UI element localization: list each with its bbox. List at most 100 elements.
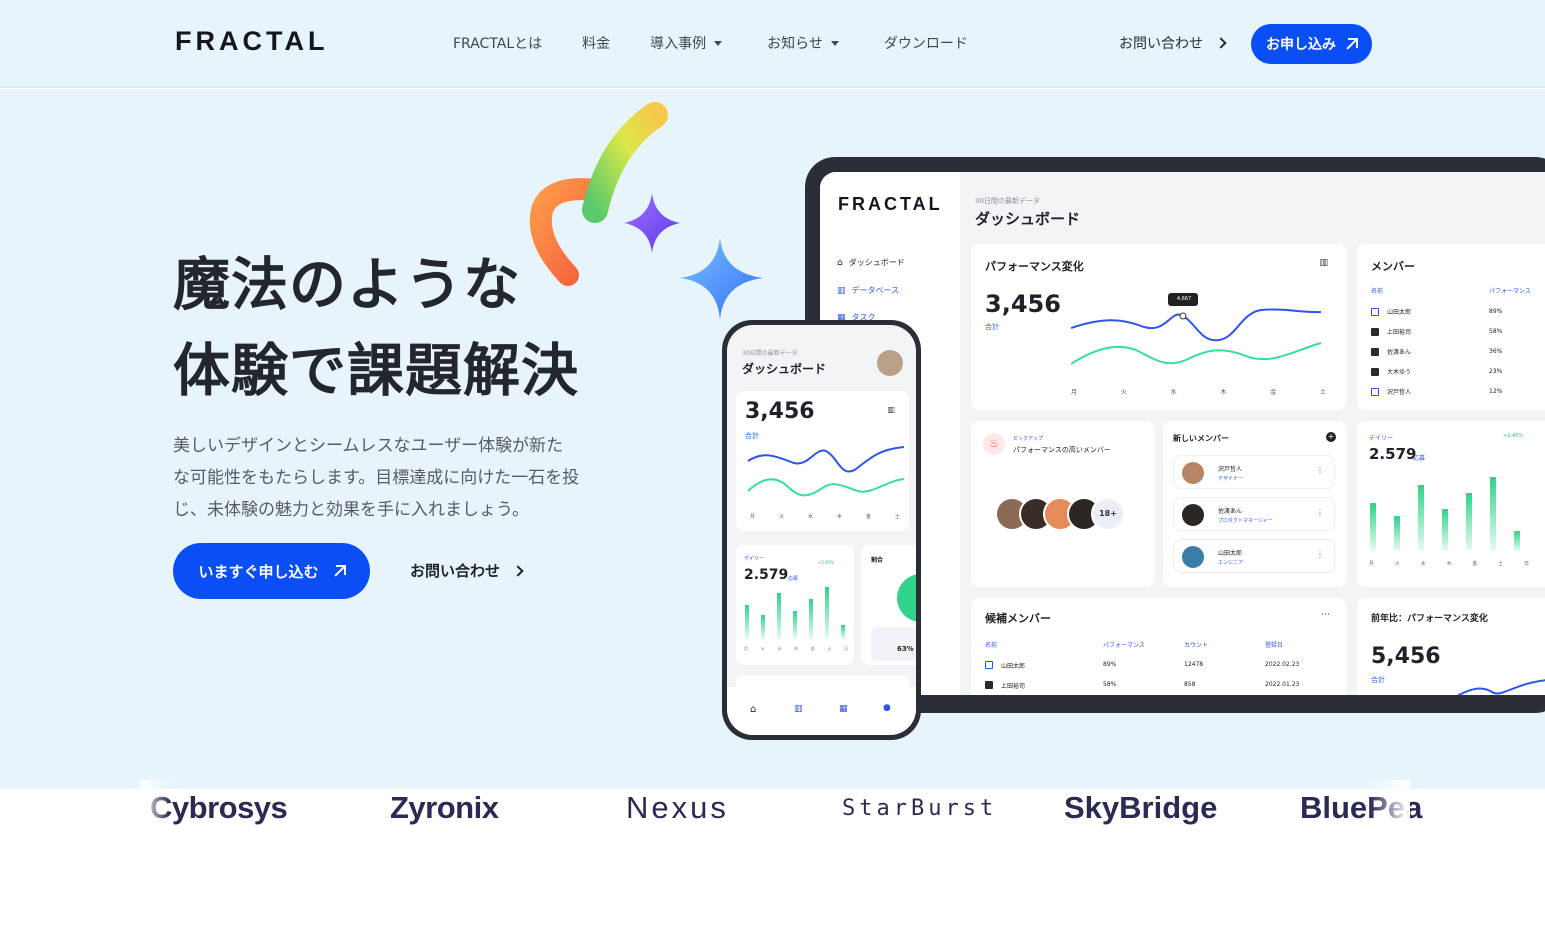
performance-value: 3,456 [985,290,1061,318]
home-icon[interactable]: ⌂ [750,704,756,715]
nav-download[interactable]: ダウンロード [884,33,968,53]
col-name: 名前 [985,642,998,649]
nav-cases-label: 導入事例 [650,36,707,52]
nav-download-label: ダウンロード [883,36,968,52]
header-apply-button[interactable]: お申し込み [1251,24,1372,64]
day-label: 土 [1319,389,1326,396]
candidate-count: 12478 [1184,661,1204,668]
daily-label: デイリー [1369,435,1394,442]
client-logo-skybridge: SkyBridge [1064,790,1218,825]
logo-fade-left [140,780,170,840]
nav-news[interactable]: お知らせ [767,33,839,53]
new-member-row: 山田太郎 エンジニア ⋮ [1173,539,1335,573]
bar-chart-icon: ▥ [1319,258,1328,268]
candidate-perf: 89% [1103,661,1117,668]
nav-about-label: FRACTALとは [453,36,543,52]
hero-description: 美しいデザインとシームレスなユーザー体験が新た な可能性をもたらします。目標達成… [173,430,633,526]
day-label: 月 [1369,561,1375,567]
day-label: 木 [1220,389,1227,396]
member-pct: 58% [1489,328,1503,335]
bar-chart-icon: ▥ [887,405,895,414]
nav-news-label: お知らせ [767,36,823,52]
chevron-down-icon [714,40,723,46]
checkbox-checked [1371,367,1379,376]
day-label: 木 [836,514,842,520]
checkbox-checked [1371,347,1379,356]
site-header: FRACTAL FRACTALとは 料金 導入事例 お知らせ ダウンロード お問… [0,0,1545,88]
description-line-2: な可能性をもたらします。目標達成に向けた一石を投 [173,468,580,488]
phone-days: 月 火 水 木 金 土 [750,513,900,520]
member-pct: 23% [1489,368,1503,375]
candidates-title: 候補メンバー [985,612,1051,625]
candidate-date: 2022.02.23 [1265,661,1300,668]
day-label: 水 [1170,389,1177,396]
phone-performance-card: 3,456 ▥ 合計 月 火 水 木 金 土 [736,391,909,531]
daily-card: デイリー +2.45% 2.579 応募 月 火 水 木 金 土 日 [1357,421,1545,587]
nav-about[interactable]: FRACTALとは [453,33,542,53]
site-logo[interactable]: FRACTAL [175,26,328,57]
client-logo-starburst: StarBurst [842,796,998,821]
yoy-label: 合計 [1371,676,1385,684]
col-count: カウント [1184,642,1209,649]
nav-pricing[interactable]: 料金 [582,33,610,53]
col-date: 登録日 [1265,642,1284,649]
bar-chart-icon[interactable]: ▥ [794,704,803,714]
day-label: 木 [793,646,798,651]
day-label: 火 [1120,389,1127,396]
pickup-title: パフォーマンスの高いメンバー [1013,446,1111,454]
avatar [877,350,903,376]
pickup-tag: ピックアップ [1013,436,1044,442]
day-label: 水 [777,646,782,651]
candidate-name: 上田裕司 [1001,683,1026,690]
user-icon[interactable]: ● [883,703,891,713]
candidates-card: 候補メンバー ⋯ 名前 パフォーマンス カウント 登録日 山田太郎 89% 12… [971,598,1346,695]
apply-now-button[interactable]: いますぐ申し込む [173,543,370,599]
headline-line-2: 体験で課題解決 [173,338,579,404]
chevron-right-icon [512,564,524,577]
members-col-perf: パフォーマンス [1489,288,1531,295]
new-member-row: 佐渡あん プロダクトマネージャー ⋮ [1173,497,1335,531]
client-logo-nexus: Nexus [626,790,729,825]
checkbox-checked [1371,327,1379,336]
day-label: 月 [744,646,748,651]
members-col-name: 名前 [1371,288,1384,295]
new-member-name: 山田太郎 [1218,550,1243,557]
arrow-up-right-icon [333,565,346,577]
candidate-count: 858 [1184,681,1196,688]
client-logo-zyronix: Zyronix [390,790,499,825]
member-row: 佐渡あん 36% [1371,347,1541,356]
more-horizontal-icon: ⋯ [1321,610,1330,620]
arrow-up-right-icon [1345,38,1358,50]
hero-contact-link[interactable]: お問い合わせ [410,560,524,581]
day-label: 金 [1270,389,1277,396]
main-nav: FRACTALとは 料金 導入事例 お知らせ ダウンロード [453,33,968,53]
yoy-title: 前年比：パフォーマンス変化 [1371,614,1488,624]
tablet-screen: FRACTAL ⌂ ダッシュボード ▥ データベース ▦ タスク 30日間の最新データ… [820,172,1545,695]
daily-value: 2.579 [1369,445,1417,463]
grid-icon[interactable]: ▦ [839,704,848,714]
performance-days: 月 火 水 木 金 土 [1071,387,1326,396]
member-name: 上田裕司 [1387,329,1412,336]
members-card: メンバー 名前 パフォーマンス 山田太郎 89% 上田裕司 58% 佐渡あん 36% … [1357,244,1545,410]
new-member-role: デザイナー [1218,476,1243,482]
header-contact-link[interactable]: お問い合わせ [1119,33,1227,53]
avatar [1182,462,1204,484]
more-vertical-icon: ⋮ [1316,508,1324,517]
bar-chart-icon: ▥ [837,285,846,296]
performance-line-chart [1071,293,1322,365]
phone-daily-label: デイリー [744,556,765,562]
member-pct: 36% [1489,348,1503,355]
new-member-role: エンジニア [1218,560,1244,566]
day-label: 日 [1523,561,1529,567]
nav-cases[interactable]: 導入事例 [650,33,723,53]
day-label: 土 [827,646,832,651]
member-row: 大木ゆう 23% [1371,367,1541,376]
tablet-logo: FRACTAL [838,194,943,214]
tablet-nav-database: ▥ データベース [837,285,899,296]
header-contact-label: お問い合わせ [1119,36,1203,52]
phone-ratio-label: 割合 [871,557,884,564]
hero-headline: 魔法のような 体験で課題解決 [173,242,579,414]
performance-title: パフォーマンス変化 [985,260,1084,273]
phone-bar-chart [745,587,845,639]
daily-change: +2.45% [1503,433,1524,439]
